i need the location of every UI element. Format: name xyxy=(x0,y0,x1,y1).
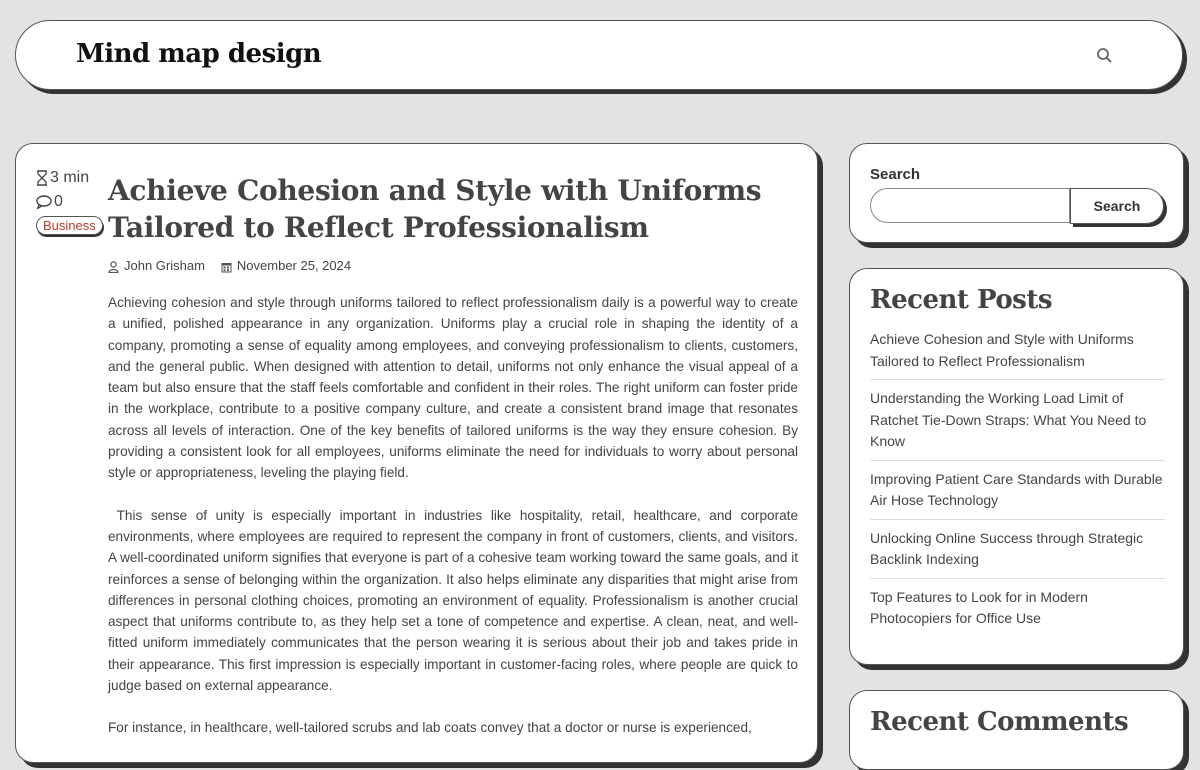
recent-posts-list: Achieve Cohesion and Style with Uniforms… xyxy=(870,329,1165,645)
read-time: 3 min xyxy=(36,166,103,190)
list-item: Unlocking Online Success through Strateg… xyxy=(870,528,1165,579)
post-byline: John Grisham November 25, 2024 xyxy=(108,258,351,273)
post-title: Achieve Cohesion and Style with Uniforms… xyxy=(108,174,762,244)
list-item: Understanding the Working Load Limit of … xyxy=(870,388,1165,461)
post-card: 3 min 0 Business Achieve Cohesion and St… xyxy=(15,143,818,763)
list-item: Improving Patient Care Standards with Du… xyxy=(870,469,1165,520)
user-icon xyxy=(108,258,119,273)
list-item: Top Features to Look for in Modern Photo… xyxy=(870,587,1165,637)
recent-post-link[interactable]: Top Features to Look for in Modern Photo… xyxy=(870,589,1088,627)
recent-post-link[interactable]: Achieve Cohesion and Style with Uniforms… xyxy=(870,331,1134,369)
recent-post-link[interactable]: Improving Patient Care Standards with Du… xyxy=(870,471,1163,509)
recent-posts-widget: Recent Posts Achieve Cohesion and Style … xyxy=(849,268,1184,665)
comment-icon xyxy=(36,193,52,211)
author-link[interactable]: John Grisham xyxy=(124,258,205,273)
search-label: Search xyxy=(870,166,921,183)
category-badge[interactable]: Business xyxy=(36,216,103,235)
paragraph: For instance, in healthcare, well-tailor… xyxy=(108,720,752,736)
search-icon[interactable] xyxy=(1096,47,1114,65)
post-content: Achieving cohesion and style through uni… xyxy=(108,292,798,760)
recent-post-link[interactable]: Unlocking Online Success through Strateg… xyxy=(870,530,1143,568)
read-time-value: 3 min xyxy=(50,169,90,186)
list-item: Achieve Cohesion and Style with Uniforms… xyxy=(870,329,1165,380)
post-date-link[interactable]: November 25, 2024 xyxy=(237,258,351,273)
calendar-icon xyxy=(221,258,232,273)
site-header: Mind map design xyxy=(15,20,1183,90)
recent-comments-widget: Recent Comments xyxy=(849,690,1184,770)
comment-count[interactable]: 0 xyxy=(36,190,103,214)
recent-posts-title: Recent Posts xyxy=(870,285,1052,315)
search-button[interactable]: Search xyxy=(1070,188,1164,224)
recent-post-link[interactable]: Understanding the Working Load Limit of … xyxy=(870,390,1146,449)
site-title[interactable]: Mind map design xyxy=(76,39,322,69)
hourglass-icon xyxy=(36,169,48,187)
search-input[interactable] xyxy=(870,188,1070,223)
search-widget: Search Search xyxy=(849,143,1184,243)
recent-comments-title: Recent Comments xyxy=(870,707,1129,737)
paragraph: This sense of unity is especially import… xyxy=(108,507,798,694)
post-meta-sidebar: 3 min 0 Business xyxy=(36,166,103,235)
paragraph: Achieving cohesion and style through uni… xyxy=(108,295,798,481)
comment-count-value: 0 xyxy=(54,193,63,210)
